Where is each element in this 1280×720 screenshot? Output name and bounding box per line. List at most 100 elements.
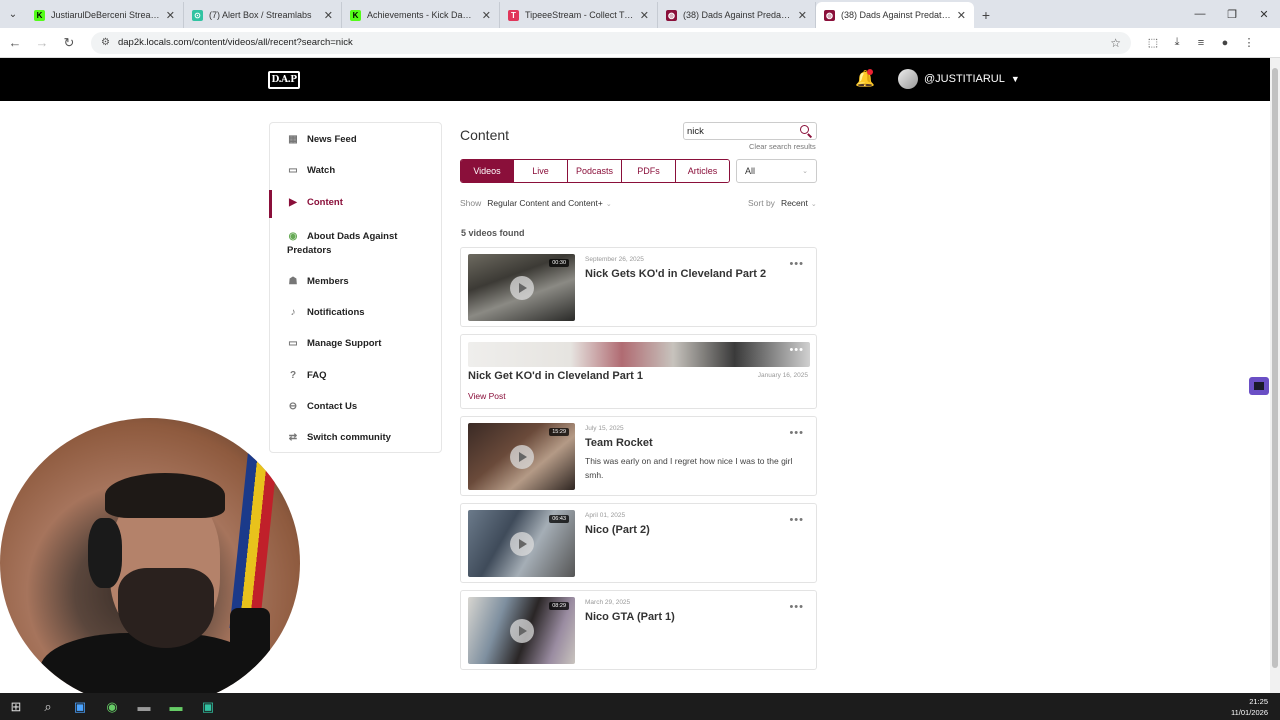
video-title[interactable]: Team Rocket [585, 437, 653, 449]
video-thumbnail[interactable]: 06:43 [468, 510, 575, 577]
browser-tab[interactable]: K Achievements - Kick Dashboard ✕ [342, 2, 500, 28]
tab-live[interactable]: Live [514, 160, 568, 182]
system-clock[interactable]: 21:25 11/01/2026 [1231, 696, 1268, 718]
sidebar-item-contact-us[interactable]: ⊖ Contact Us [270, 401, 374, 412]
extensions-icon[interactable]: ⬚ [1141, 31, 1165, 55]
scrollbar-thumb[interactable] [1272, 68, 1278, 668]
profile-icon[interactable]: ● [1213, 31, 1237, 55]
tab-close-icon[interactable]: ✕ [798, 9, 807, 22]
tab-close-icon[interactable]: ✕ [166, 9, 175, 22]
tab-pdfs[interactable]: PDFs [622, 160, 676, 182]
url-field[interactable]: ⚙ dap2k.locals.com/content/videos/all/re… [91, 31, 1131, 54]
minimize-icon[interactable]: — [1184, 0, 1216, 28]
tab-close-icon[interactable]: ✕ [640, 9, 649, 22]
sidebar-item-content[interactable]: ▶ Content [269, 190, 441, 218]
bookmark-star-icon[interactable]: ☆ [1110, 36, 1121, 50]
restore-icon[interactable]: ❐ [1216, 0, 1248, 28]
filter-select[interactable]: All ⌄ [736, 159, 817, 183]
clear-search-link[interactable]: Clear search results [749, 142, 816, 151]
sidebar-item-notifications[interactable]: ♪ Notifications [270, 307, 382, 318]
search-icon[interactable] [799, 124, 813, 138]
close-window-icon[interactable]: ✕ [1248, 0, 1280, 28]
sidebar-item-faq[interactable]: ? FAQ [270, 370, 344, 381]
video-title[interactable]: Nick Get KO'd in Cleveland Part 1 [468, 370, 643, 382]
more-options-icon[interactable]: ••• [789, 258, 804, 270]
play-icon[interactable] [510, 532, 534, 556]
taskbar-streamlabs-icon[interactable]: ▣ [192, 693, 224, 720]
tab-close-icon[interactable]: ✕ [324, 9, 333, 22]
sidebar-item-members[interactable]: ☗ Members [270, 276, 366, 287]
taskbar-search-icon[interactable]: ⌕ [32, 693, 64, 720]
video-banner-thumbnail[interactable]: ••• [468, 342, 810, 367]
image-extension-icon[interactable] [1249, 377, 1269, 395]
video-card[interactable]: ••• Nick Get KO'd in Cleveland Part 1 Ja… [460, 334, 817, 409]
sidebar-item-label: Members [307, 276, 349, 287]
members-icon: ☗ [288, 276, 298, 287]
back-icon[interactable]: ← [3, 31, 27, 55]
video-title[interactable]: Nico (Part 2) [585, 524, 650, 536]
avatar [898, 69, 918, 89]
sidebar-item-about[interactable]: ◉ About Dads Against Predators [270, 230, 430, 258]
site-logo[interactable]: D.A.P [268, 71, 300, 89]
tab-title: (38) Dads Against Predators Co [841, 10, 951, 20]
filter-value: All [745, 166, 756, 176]
taskbar-app-icon[interactable]: ▬ [128, 693, 160, 720]
more-options-icon[interactable]: ••• [789, 601, 804, 613]
video-thumbnail[interactable]: 08:29 [468, 597, 575, 664]
sidebar-item-label: News Feed [307, 134, 357, 145]
search-input[interactable]: nick [683, 122, 817, 140]
forward-icon[interactable]: → [30, 31, 54, 55]
video-card[interactable]: 15:29 July 15, 2025 Team Rocket This was… [460, 416, 817, 496]
tab-podcasts[interactable]: Podcasts [568, 160, 622, 182]
locals-favicon-icon: ◍ [666, 9, 677, 21]
browser-menu-icon[interactable]: ⋮ [1237, 31, 1261, 55]
windows-start-icon[interactable]: ⊞ [0, 693, 32, 720]
play-icon[interactable] [510, 619, 534, 643]
tab-close-icon[interactable]: ✕ [482, 9, 491, 22]
more-options-icon[interactable]: ••• [789, 514, 804, 526]
tab-videos[interactable]: Videos [461, 160, 514, 182]
video-card[interactable]: 06:43 April 01, 2025 Nico (Part 2) ••• [460, 503, 817, 583]
notification-dot [867, 69, 873, 75]
sidebar-item-watch[interactable]: ▭ Watch [270, 165, 352, 176]
user-menu[interactable]: @JUSTITIARUL ▼ [898, 69, 1020, 89]
browser-tab[interactable]: K JustiarulDeBerceni Stream - W ✕ [26, 2, 184, 28]
taskbar-app-icon[interactable]: ▬ [160, 693, 192, 720]
video-card[interactable]: 00:30 September 26, 2025 Nick Gets KO'd … [460, 247, 817, 327]
play-icon[interactable] [510, 276, 534, 300]
video-title[interactable]: Nick Gets KO'd in Cleveland Part 2 [585, 268, 766, 280]
view-post-link[interactable]: View Post [468, 391, 506, 401]
video-thumbnail[interactable]: 00:30 [468, 254, 575, 321]
browser-tab-active[interactable]: ◍ (38) Dads Against Predators Co ✕ [816, 2, 974, 28]
reload-icon[interactable]: ↻ [57, 31, 81, 55]
play-icon[interactable] [510, 445, 534, 469]
sidebar-item-label: Content [307, 197, 343, 208]
play-icon: ▶ [289, 197, 297, 208]
tab-close-icon[interactable]: ✕ [957, 9, 966, 22]
more-options-icon[interactable]: ••• [789, 427, 804, 439]
taskbar-app-icon[interactable]: ▣ [64, 693, 96, 720]
video-thumbnail[interactable]: 15:29 [468, 423, 575, 490]
site-info-icon[interactable]: ⚙ [101, 37, 110, 48]
show-filter[interactable]: Show Regular Content and Content+ ⌄ [460, 198, 612, 208]
page-scrollbar[interactable] [1270, 58, 1280, 693]
taskbar-chrome-icon[interactable]: ◉ [96, 693, 128, 720]
tab-search-icon[interactable]: ⌄ [0, 0, 26, 28]
more-options-icon[interactable]: ••• [789, 344, 804, 356]
new-tab-button[interactable]: + [974, 2, 998, 28]
media-icon[interactable]: ≡ [1189, 31, 1213, 55]
video-card[interactable]: 08:29 March 29, 2025 Nico GTA (Part 1) •… [460, 590, 817, 670]
tab-articles[interactable]: Articles [676, 160, 729, 182]
browser-tab[interactable]: ◍ (38) Dads Against Predators Co ✕ [658, 2, 816, 28]
browser-tab[interactable]: T TipeeeStream - Collect Tips wi ✕ [500, 2, 658, 28]
download-icon[interactable]: ⤓ [1165, 31, 1189, 55]
sidebar-item-manage-support[interactable]: ▭ Manage Support [270, 338, 398, 349]
sidebar-item-label: FAQ [307, 370, 327, 381]
browser-tab[interactable]: ⊙ (7) Alert Box / Streamlabs ✕ [184, 2, 342, 28]
notification-bell-icon[interactable]: 🔔 [855, 69, 875, 89]
video-title[interactable]: Nico GTA (Part 1) [585, 611, 675, 623]
sort-filter[interactable]: Sort by Recent ⌄ [748, 198, 817, 208]
sidebar-item-news-feed[interactable]: ▦ News Feed [270, 134, 374, 145]
sidebar-item-switch-community[interactable]: ⇄ Switch community [270, 432, 408, 443]
sidebar-item-label: Notifications [307, 307, 365, 318]
